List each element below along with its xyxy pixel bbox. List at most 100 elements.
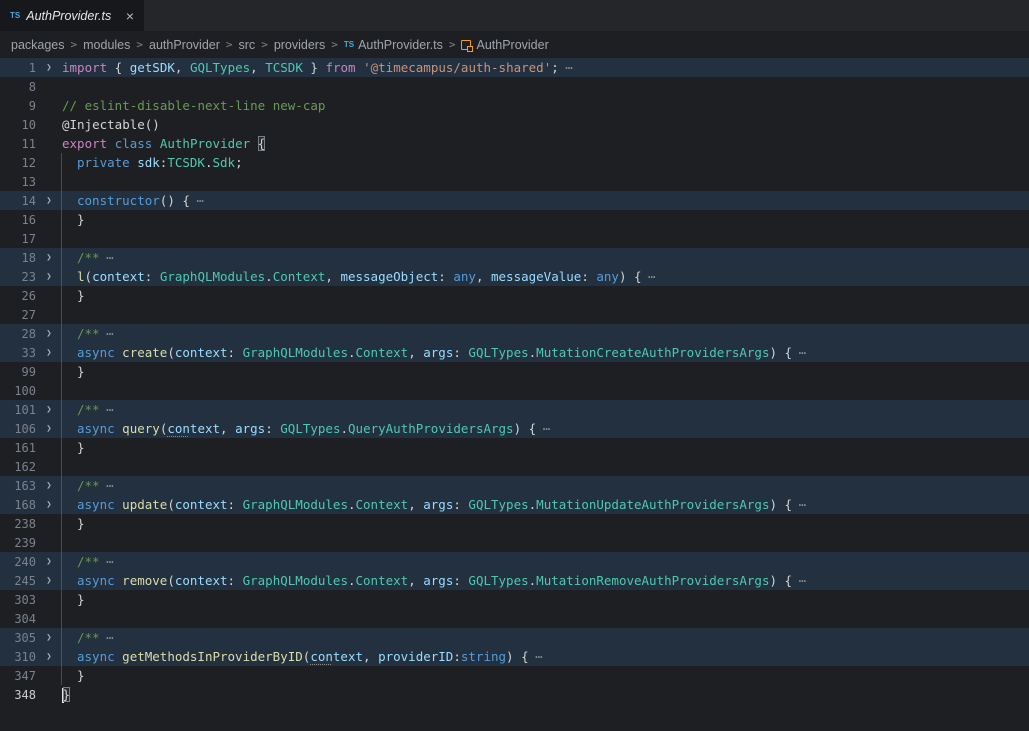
code-token: ( — [167, 497, 175, 512]
code-line-content: } — [62, 440, 1029, 455]
fold-chevron-icon[interactable]: ❯ — [36, 557, 62, 567]
line-number: 239 — [0, 536, 36, 550]
line-number: 106 — [0, 422, 36, 436]
code-line-content: async update(context: GraphQLModules.Con… — [62, 497, 1029, 512]
code-editor[interactable]: 1❯import { getSDK, GQLTypes, TCSDK } fro… — [0, 58, 1029, 731]
code-token: create — [122, 345, 167, 360]
breadcrumb-label: providers — [274, 38, 325, 52]
code-token: MutationUpdateAuthProvidersArgs — [536, 497, 769, 512]
fold-chevron-icon[interactable]: ❯ — [36, 329, 62, 339]
breadcrumb-item-authprovider-ts[interactable]: TSAuthProvider.ts — [344, 38, 443, 52]
code-line[interactable]: 100 — [0, 381, 1029, 400]
code-line-content: } — [62, 212, 1029, 227]
code-line-content: } — [62, 687, 1029, 703]
breadcrumb-item-modules[interactable]: modules — [83, 38, 130, 52]
code-line[interactable]: 9// eslint-disable-next-line new-cap — [0, 96, 1029, 115]
code-token: } — [77, 668, 85, 683]
breadcrumb-item-authprovider[interactable]: authProvider — [149, 38, 220, 52]
code-line[interactable]: 17 — [0, 229, 1029, 248]
code-line-content: /** ⋯ — [62, 402, 1029, 417]
breadcrumb-item-providers[interactable]: providers — [274, 38, 325, 52]
fold-chevron-icon[interactable]: ❯ — [36, 63, 62, 73]
code-token: ( — [167, 345, 175, 360]
fold-chevron-icon[interactable]: ❯ — [36, 405, 62, 415]
code-line[interactable]: 305❯/** ⋯ — [0, 628, 1029, 647]
code-line[interactable]: 8 — [0, 77, 1029, 96]
breadcrumb-label: authProvider — [149, 38, 220, 52]
code-token: } — [63, 687, 71, 702]
fold-chevron-icon[interactable]: ❯ — [36, 500, 62, 510]
code-token: : — [453, 345, 468, 360]
code-token: messageValue — [491, 269, 581, 284]
code-line[interactable]: 304 — [0, 609, 1029, 628]
breadcrumb-separator-icon: > — [226, 38, 233, 51]
breadcrumb-item-packages[interactable]: packages — [11, 38, 65, 52]
code-line[interactable]: 1❯import { getSDK, GQLTypes, TCSDK } fro… — [0, 58, 1029, 77]
code-token: GQLTypes — [468, 497, 528, 512]
tab-authprovider-ts[interactable]: TS AuthProvider.ts × — [0, 0, 144, 31]
line-number: 162 — [0, 460, 36, 474]
fold-chevron-icon[interactable]: ❯ — [36, 348, 62, 358]
code-line[interactable]: 106❯async query(context, args: GQLTypes.… — [0, 419, 1029, 438]
line-number: 33 — [0, 346, 36, 360]
code-token: /** — [77, 554, 100, 569]
tab-bar: TS AuthProvider.ts × — [0, 0, 1029, 31]
code-line[interactable]: 168❯async update(context: GraphQLModules… — [0, 495, 1029, 514]
code-line[interactable]: 239 — [0, 533, 1029, 552]
fold-chevron-icon[interactable]: ❯ — [36, 633, 62, 643]
code-line[interactable]: 14❯constructor() { ⋯ — [0, 191, 1029, 210]
code-line[interactable]: 163❯/** ⋯ — [0, 476, 1029, 495]
fold-chevron-icon[interactable]: ❯ — [36, 196, 62, 206]
code-line[interactable]: 238} — [0, 514, 1029, 533]
code-line[interactable]: 99} — [0, 362, 1029, 381]
code-line-content: async remove(context: GraphQLModules.Con… — [62, 573, 1029, 588]
code-line[interactable]: 18❯/** ⋯ — [0, 248, 1029, 267]
code-token: context — [92, 269, 145, 284]
code-line[interactable]: 101❯/** ⋯ — [0, 400, 1029, 419]
code-token: , — [220, 421, 235, 436]
code-line[interactable]: 28❯/** ⋯ — [0, 324, 1029, 343]
code-line[interactable]: 27 — [0, 305, 1029, 324]
code-line[interactable]: 303} — [0, 590, 1029, 609]
code-token: getSDK — [130, 60, 175, 75]
code-line[interactable]: 10@Injectable() — [0, 115, 1029, 134]
code-line[interactable]: 161} — [0, 438, 1029, 457]
code-token: l — [77, 269, 85, 284]
fold-chevron-icon[interactable]: ❯ — [36, 652, 62, 662]
code-line[interactable]: 245❯async remove(context: GraphQLModules… — [0, 571, 1029, 590]
code-line[interactable]: 348} — [0, 685, 1029, 704]
code-line[interactable]: 240❯/** ⋯ — [0, 552, 1029, 571]
fold-chevron-icon[interactable]: ❯ — [36, 424, 62, 434]
breadcrumb-item-src[interactable]: src — [239, 38, 256, 52]
code-line[interactable]: 12private sdk:TCSDK.Sdk; — [0, 153, 1029, 172]
fold-chevron-icon[interactable]: ❯ — [36, 576, 62, 586]
code-token: : — [438, 269, 453, 284]
breadcrumb: packages>modules>authProvider>src>provid… — [0, 31, 1029, 58]
code-line[interactable]: 16} — [0, 210, 1029, 229]
code-token: : — [228, 497, 243, 512]
fold-chevron-icon[interactable]: ❯ — [36, 481, 62, 491]
code-token: ⋯ — [100, 554, 113, 569]
code-line[interactable]: 23❯l(context: GraphQLModules.Context, me… — [0, 267, 1029, 286]
fold-chevron-icon[interactable]: ❯ — [36, 272, 62, 282]
code-line[interactable]: 162 — [0, 457, 1029, 476]
code-token: GQLTypes — [280, 421, 340, 436]
code-line[interactable]: 11export class AuthProvider { — [0, 134, 1029, 153]
code-line-content: } — [62, 668, 1029, 683]
code-line[interactable]: 33❯async create(context: GraphQLModules.… — [0, 343, 1029, 362]
code-token: args — [235, 421, 265, 436]
fold-chevron-icon[interactable]: ❯ — [36, 253, 62, 263]
code-token: GraphQLModules — [243, 497, 348, 512]
code-line[interactable]: 26} — [0, 286, 1029, 305]
breadcrumb-label: modules — [83, 38, 130, 52]
code-line[interactable]: 310❯async getMethodsInProviderByID(conte… — [0, 647, 1029, 666]
code-line[interactable]: 347} — [0, 666, 1029, 685]
line-number: 101 — [0, 403, 36, 417]
code-line[interactable]: 13 — [0, 172, 1029, 191]
line-number: 23 — [0, 270, 36, 284]
code-line-content: async query(context, args: GQLTypes.Quer… — [62, 421, 1029, 436]
breadcrumb-item-authprovider[interactable]: AuthProvider — [461, 38, 548, 52]
typescript-file-icon: TS — [344, 40, 354, 49]
code-token — [152, 136, 160, 151]
close-icon[interactable]: × — [124, 8, 136, 24]
